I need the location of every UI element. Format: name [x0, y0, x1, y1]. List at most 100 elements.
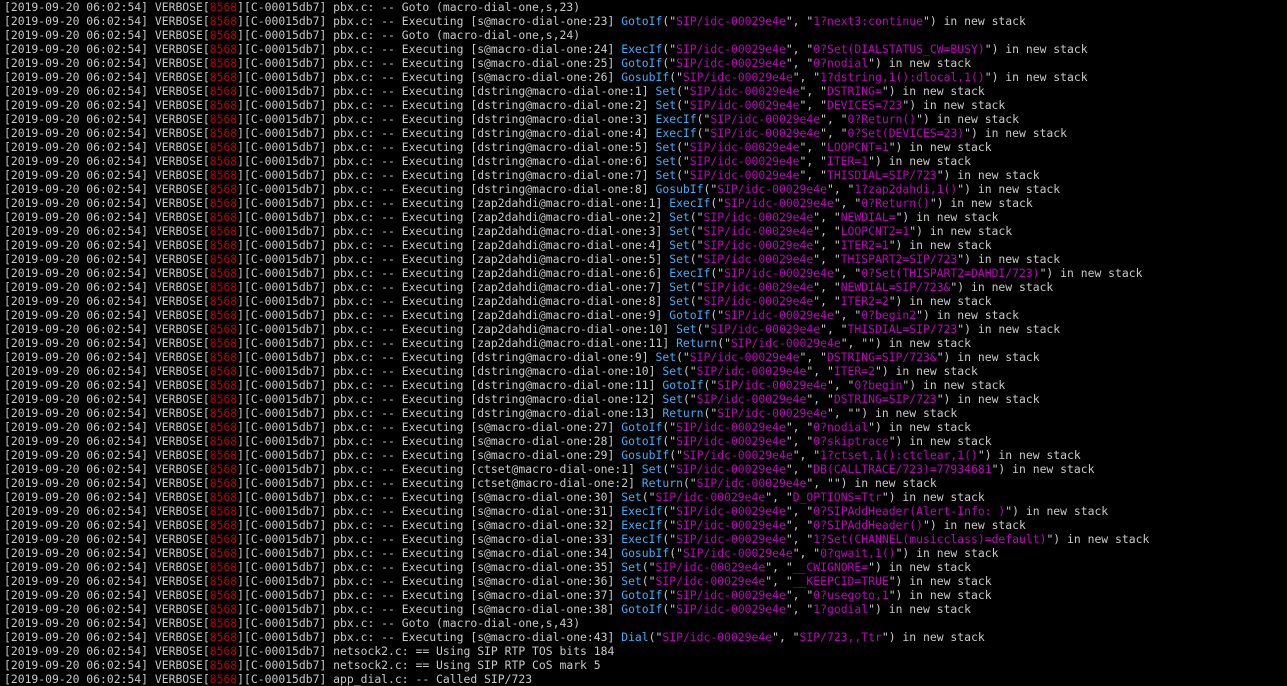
log-argument: 1?Set(CHANNEL(musicclass)=default) — [813, 532, 1047, 546]
log-pid: 8568 — [209, 364, 238, 378]
log-argument: SIP/idc-00029e4e — [696, 476, 807, 490]
log-argument: LOOPCNT2=1 — [840, 224, 910, 238]
log-text: ][C-00015db7] pbx.c: -- Executing [ctset… — [237, 462, 642, 476]
log-application: Return — [641, 476, 683, 490]
log-text: (" — [662, 14, 677, 28]
log-text: ][C-00015db7] pbx.c: -- Executing [s@mac… — [237, 504, 622, 518]
log-application: ExecIf — [655, 112, 697, 126]
log-argument: DEVICES=723 — [826, 98, 903, 112]
log-application: Return — [676, 336, 718, 350]
log-line: [2019-09-20 06:02:54] VERBOSE[8568][C-00… — [4, 154, 1287, 168]
log-text: ][C-00015db7] pbx.c: -- Goto (macro-dial… — [237, 616, 581, 630]
log-text: (" — [682, 476, 697, 490]
log-argument: SIP/idc-00029e4e — [703, 210, 814, 224]
log-argument: 0?nodial — [813, 420, 869, 434]
log-argument: SIP/idc-00029e4e — [689, 84, 800, 98]
log-text: [2019-09-20 06:02:54] VERBOSE[ — [4, 196, 210, 210]
log-pid: 8568 — [209, 672, 238, 686]
log-line: [2019-09-20 06:02:54] VERBOSE[8568][C-00… — [4, 70, 1287, 84]
log-text: [2019-09-20 06:02:54] VERBOSE[ — [4, 546, 210, 560]
log-argument: SIP/idc-00029e4e — [682, 70, 793, 84]
log-pid: 8568 — [209, 252, 238, 266]
log-line: [2019-09-20 06:02:54] VERBOSE[8568][C-00… — [4, 658, 1287, 672]
log-argument: LOOPCNT=1 — [826, 140, 889, 154]
log-application: Return — [662, 406, 704, 420]
log-text: ][C-00015db7] pbx.c: -- Executing [zap2d… — [237, 196, 670, 210]
log-text: (" — [682, 392, 697, 406]
log-argument: THISDIAL=SIP/723 — [847, 322, 958, 336]
log-application: Set — [676, 322, 697, 336]
log-line: [2019-09-20 06:02:54] VERBOSE[8568][C-00… — [4, 378, 1287, 392]
log-application: GotoIf — [621, 434, 663, 448]
log-argument: SIP/idc-00029e4e — [689, 154, 800, 168]
log-line: [2019-09-20 06:02:54] VERBOSE[8568][C-00… — [4, 490, 1287, 504]
terminal-output[interactable]: [2019-09-20 06:02:54] VERBOSE[8568][C-00… — [0, 0, 1287, 686]
log-argument: SIP/idc-00029e4e — [676, 504, 786, 518]
log-pid: 8568 — [209, 140, 238, 154]
log-line: [2019-09-20 06:02:54] VERBOSE[8568][C-00… — [4, 630, 1287, 644]
log-text: ", " — [765, 490, 793, 504]
log-pid: 8568 — [209, 462, 238, 476]
log-text: [2019-09-20 06:02:54] VERBOSE[ — [4, 294, 210, 308]
log-text: ", " — [806, 364, 834, 378]
log-line: [2019-09-20 06:02:54] VERBOSE[8568][C-00… — [4, 14, 1287, 28]
log-pid: 8568 — [209, 168, 238, 182]
log-text: (" — [696, 112, 711, 126]
log-application: ExecIf — [669, 196, 711, 210]
log-line: [2019-09-20 06:02:54] VERBOSE[8568][C-00… — [4, 504, 1287, 518]
log-text: (" — [662, 56, 677, 70]
log-text: (" — [676, 140, 690, 154]
log-argument: 0?SIPAddHeader(Alert-Info: ) — [813, 504, 1006, 518]
log-application: Dial — [621, 630, 649, 644]
log-text: (" — [696, 126, 711, 140]
log-argument: 0?Return() — [847, 112, 917, 126]
log-text: [2019-09-20 06:02:54] VERBOSE[ — [4, 616, 210, 630]
log-text: (" — [662, 504, 677, 518]
log-line: [2019-09-20 06:02:54] VERBOSE[8568][C-00… — [4, 532, 1287, 546]
log-text: [2019-09-20 06:02:54] VERBOSE[ — [4, 252, 210, 266]
log-argument: __CWIGNORE= — [792, 560, 869, 574]
log-text: ") in new stack — [991, 462, 1095, 476]
log-text: [2019-09-20 06:02:54] VERBOSE[ — [4, 210, 210, 224]
log-pid: 8568 — [209, 112, 238, 126]
log-application: ExecIf — [621, 42, 663, 56]
log-text: ][C-00015db7] pbx.c: -- Executing [s@mac… — [237, 532, 622, 546]
log-argument: SIP/idc-00029e4e — [676, 588, 786, 602]
log-text: ][C-00015db7] netsock2.c: == Using SIP R… — [237, 644, 615, 658]
log-text: [2019-09-20 06:02:54] VERBOSE[ — [4, 140, 210, 154]
log-text: ", " — [813, 252, 841, 266]
log-text: ][C-00015db7] pbx.c: -- Executing [dstri… — [237, 126, 656, 140]
log-application: GotoIf — [662, 378, 704, 392]
log-text: ][C-00015db7] pbx.c: -- Executing [dstri… — [237, 98, 656, 112]
log-text: ][C-00015db7] pbx.c: -- Executing [s@mac… — [237, 588, 622, 602]
log-text: ") in new stack — [984, 42, 1088, 56]
log-pid: 8568 — [209, 378, 238, 392]
log-text: ", " — [785, 56, 814, 70]
log-text: ][C-00015db7] pbx.c: -- Executing [zap2d… — [237, 308, 670, 322]
log-text: ", "") in new stack — [826, 406, 958, 420]
log-application: GotoIf — [621, 420, 663, 434]
log-pid: 8568 — [209, 420, 238, 434]
log-text: [2019-09-20 06:02:54] VERBOSE[ — [4, 14, 210, 28]
log-text: ", "") in new stack — [840, 336, 971, 350]
log-text: ][C-00015db7] pbx.c: -- Executing [s@mac… — [237, 14, 622, 28]
log-line: [2019-09-20 06:02:54] VERBOSE[8568][C-00… — [4, 336, 1287, 350]
log-text: [2019-09-20 06:02:54] VERBOSE[ — [4, 392, 210, 406]
log-application: Set — [655, 350, 677, 364]
log-text: ][C-00015db7] pbx.c: -- Executing [zap2d… — [237, 210, 670, 224]
log-text: ", " — [820, 322, 848, 336]
log-text: [2019-09-20 06:02:54] VERBOSE[ — [4, 70, 210, 84]
log-text: [2019-09-20 06:02:54] VERBOSE[ — [4, 266, 210, 280]
log-argument: SIP/idc-00029e4e — [710, 112, 821, 126]
log-text: [2019-09-20 06:02:54] VERBOSE[ — [4, 0, 210, 14]
log-application: ExecIf — [669, 266, 711, 280]
log-line: [2019-09-20 06:02:54] VERBOSE[8568][C-00… — [4, 126, 1287, 140]
log-application: Set — [662, 392, 683, 406]
log-text: ") in new stack — [936, 350, 1040, 364]
log-text: (" — [641, 574, 656, 588]
log-text: ", " — [785, 420, 814, 434]
log-pid: 8568 — [209, 238, 238, 252]
log-line: [2019-09-20 06:02:54] VERBOSE[8568][C-00… — [4, 238, 1287, 252]
log-pid: 8568 — [209, 322, 238, 336]
log-text: ", " — [820, 112, 848, 126]
